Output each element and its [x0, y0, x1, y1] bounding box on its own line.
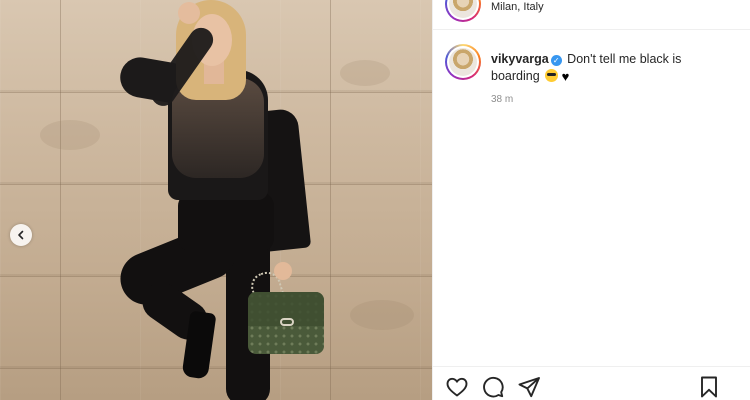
bookmark-icon — [701, 376, 717, 398]
caption-avatar[interactable] — [445, 44, 481, 80]
caption-text-block: vikyvarga ✓ Don't tell me black is boardi… — [491, 51, 731, 85]
share-icon — [518, 377, 540, 398]
post-location[interactable]: Milan, Italy — [491, 1, 544, 13]
heart-icon — [446, 377, 468, 397]
action-bar — [433, 366, 750, 400]
post-side-panel: Milan, Italy vikyvarga ✓ Don't tell me bl… — [432, 0, 750, 400]
handbag-clasp — [280, 318, 294, 326]
verified-badge-icon: ✓ — [550, 55, 562, 66]
post-header: Milan, Italy — [433, 0, 750, 30]
caption-username[interactable]: vikyvarga — [491, 52, 549, 66]
comment-button[interactable] — [481, 375, 507, 400]
wall-seam — [330, 0, 331, 400]
avatar-image — [449, 48, 477, 76]
wall-texture — [40, 120, 100, 150]
model-raised-hand — [178, 2, 200, 24]
model-hand-holding-bag — [274, 262, 292, 280]
share-button[interactable] — [517, 375, 543, 400]
post-timestamp[interactable]: 38 m — [491, 94, 513, 105]
save-button[interactable] — [697, 375, 723, 400]
comment-icon — [483, 376, 504, 398]
wall-seam — [60, 0, 61, 400]
sunglasses-emoji-icon — [545, 69, 559, 82]
wall-texture — [350, 300, 414, 330]
wall-seam — [0, 368, 432, 369]
carousel-prev-button[interactable] — [10, 224, 32, 246]
chevron-left-icon — [18, 230, 24, 240]
wall-texture — [340, 60, 390, 86]
black-heart-emoji-icon: ♥ — [561, 69, 570, 84]
avatar-image — [449, 0, 477, 18]
post-photo[interactable] — [0, 0, 432, 400]
like-button[interactable] — [445, 375, 471, 400]
header-avatar[interactable] — [445, 0, 481, 22]
model-hips — [178, 192, 274, 252]
